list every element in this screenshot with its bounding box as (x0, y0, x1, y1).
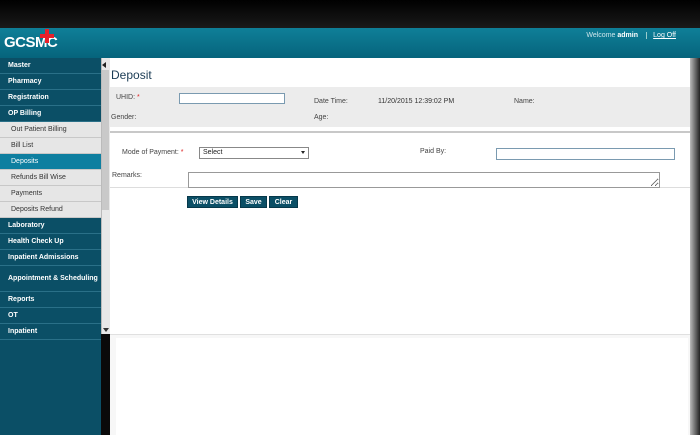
uhid-label: UHID: * (116, 94, 140, 101)
section-divider (110, 131, 690, 133)
sidebar-item-ot[interactable]: OT (0, 308, 101, 324)
sidebar-item-master[interactable]: Master (0, 58, 101, 74)
sidebar-item-op-billing[interactable]: OP Billing (0, 106, 101, 122)
welcome-text: Welcome admin (586, 32, 638, 39)
paid-by-label: Paid By: (420, 148, 447, 155)
sidebar-item-deposits-refund[interactable]: Deposits Refund (0, 202, 101, 218)
mode-of-payment-select[interactable]: Select (199, 147, 309, 159)
window-edge (690, 58, 700, 435)
sidebar-item-refunds-bill-wise[interactable]: Refunds Bill Wise (0, 170, 101, 186)
sidebar-item-laboratory[interactable]: Laboratory (0, 218, 101, 234)
app-window: GCSMC Welcome admin Log Off Master Pharma… (0, 0, 700, 435)
save-button[interactable]: Save (240, 196, 267, 208)
sidebar-item-pharmacy[interactable]: Pharmacy (0, 74, 101, 90)
sidebar-nav: Master Pharmacy Registration OP Billing Out … (0, 58, 101, 435)
sidebar-item-inpatient[interactable]: Inpatient (0, 324, 101, 340)
logoff-link[interactable]: Log Off (646, 32, 676, 39)
sidebar-scroll-thumb[interactable] (102, 70, 109, 210)
datetime-label: Date Time: (314, 98, 348, 105)
remarks-textarea[interactable] (188, 172, 660, 188)
chevron-down-icon (301, 151, 305, 154)
collapse-sidebar-icon[interactable] (102, 62, 106, 68)
age-label: Age: (314, 114, 329, 121)
sidebar-item-bill-list[interactable]: Bill List (0, 138, 101, 154)
uhid-input[interactable] (179, 93, 285, 104)
datetime-value: 11/20/2015 12:39:02 PM (378, 98, 455, 105)
user-name: admin (617, 32, 638, 39)
sidebar-item-payments[interactable]: Payments (0, 186, 101, 202)
gender-label: Gender: (111, 114, 137, 121)
paid-by-input[interactable] (496, 148, 675, 160)
clear-button[interactable]: Clear (269, 196, 298, 208)
sidebar-item-deposits[interactable]: Deposits (0, 154, 101, 170)
page-title: Deposit (111, 68, 152, 82)
sidebar-item-appointment-scheduling[interactable]: Appointment & Scheduling (0, 266, 101, 292)
sidebar-item-inpatient-admissions[interactable]: Inpatient Admissions (0, 250, 101, 266)
lower-content-area (116, 338, 688, 435)
sidebar-item-registration[interactable]: Registration (0, 90, 101, 106)
mode-of-payment-label: Mode of Payment: * (122, 149, 184, 156)
sidebar-item-reports[interactable]: Reports (0, 292, 101, 308)
scroll-down-icon[interactable] (103, 328, 109, 332)
sidebar-item-out-patient-billing[interactable]: Out Patient Billing (0, 122, 101, 138)
view-details-button[interactable]: View Details (187, 196, 238, 208)
medical-cross-icon (40, 29, 54, 43)
top-shadow (0, 0, 700, 28)
remarks-label: Remarks: (112, 172, 142, 179)
sidebar-item-health-check-up[interactable]: Health Check Up (0, 234, 101, 250)
name-label: Name: (514, 98, 535, 105)
